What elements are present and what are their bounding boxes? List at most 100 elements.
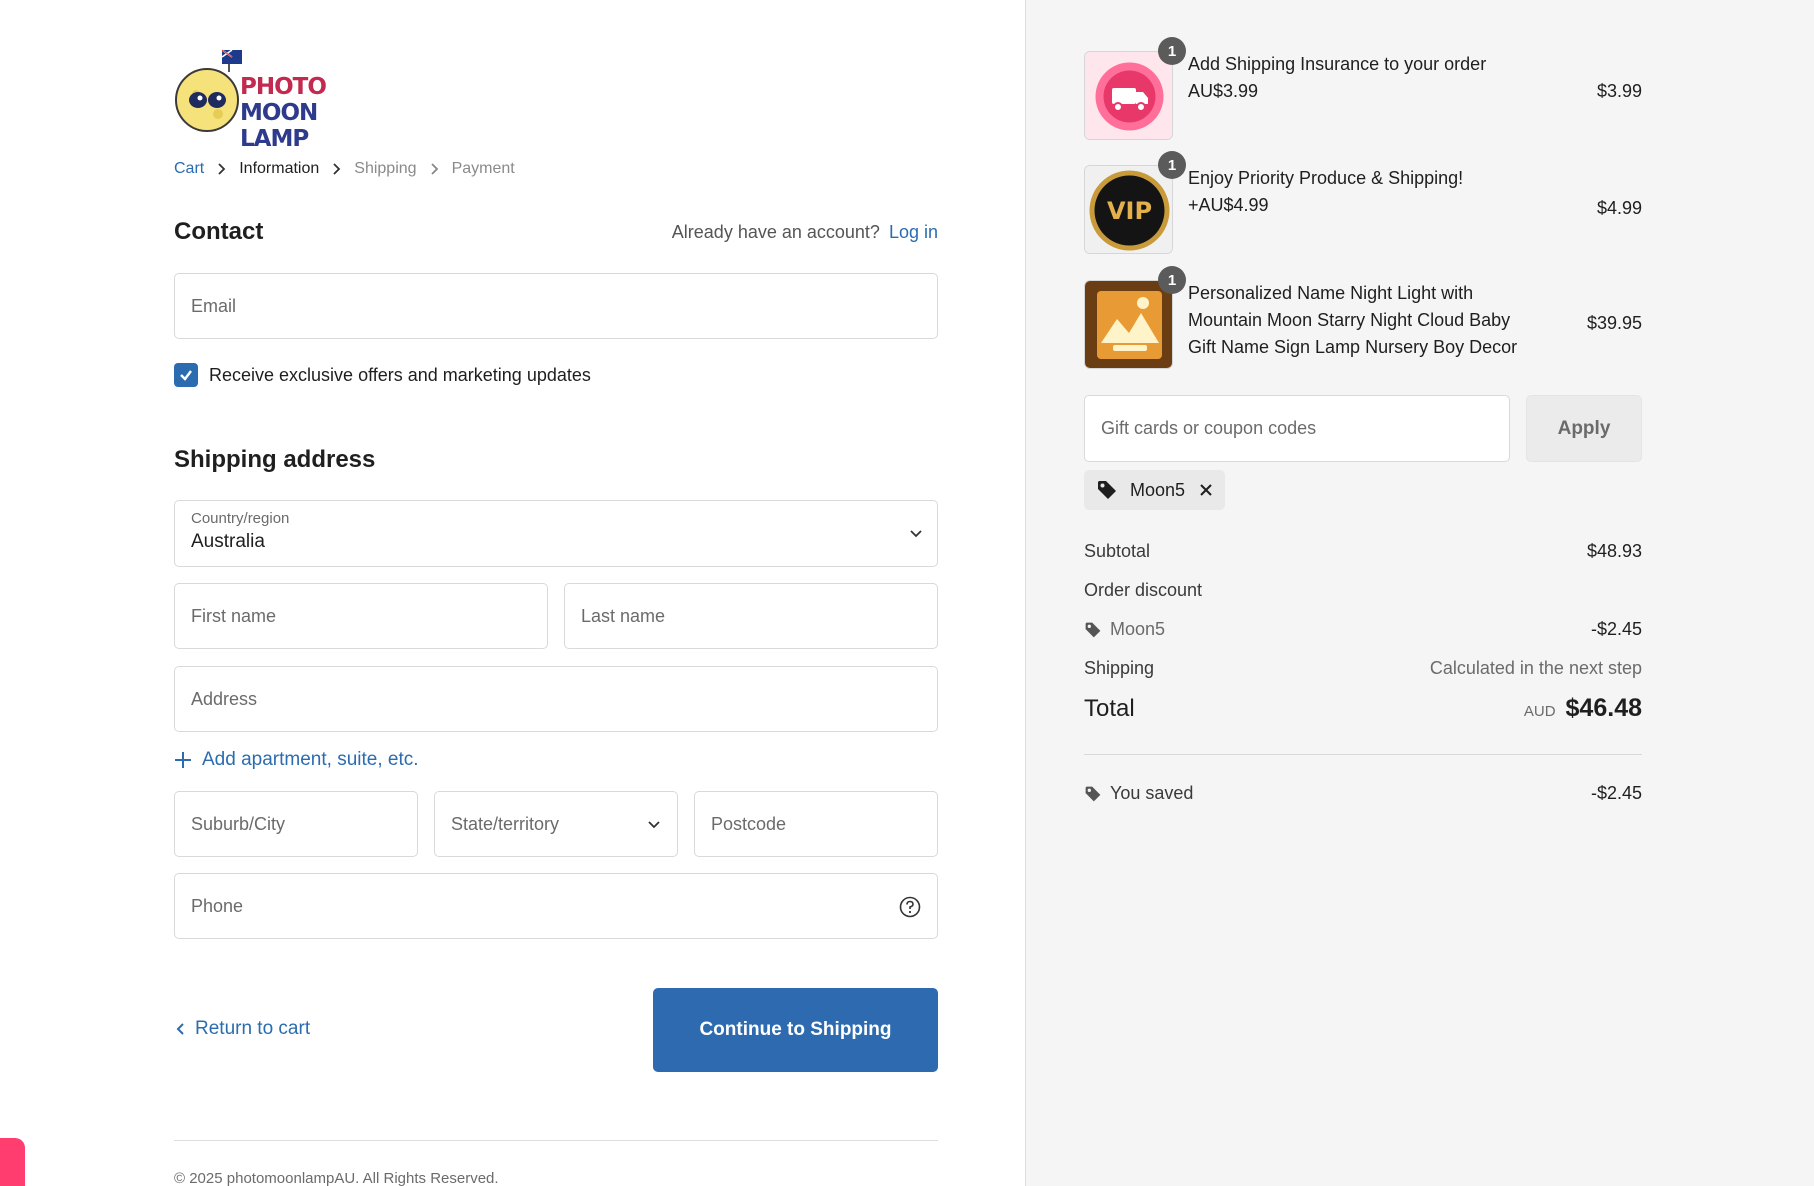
state-select[interactable]: State/territory xyxy=(434,791,678,857)
order-discount-row: Order discount xyxy=(1084,580,1642,601)
login-link[interactable]: Log in xyxy=(889,222,938,242)
address-field[interactable] xyxy=(174,666,938,732)
item-name-line: Add Shipping Insurance to your order xyxy=(1188,54,1487,74)
shipping-address-title: Shipping address xyxy=(174,446,376,473)
postcode-field[interactable] xyxy=(694,791,938,857)
quantity-badge: 1 xyxy=(1158,151,1186,179)
order-item: VIP 1 Enjoy Priority Produce & Shipping!… xyxy=(1084,151,1642,255)
marketing-checkbox[interactable] xyxy=(174,363,198,387)
applied-code: Moon5 xyxy=(1130,479,1186,500)
store-logo[interactable]: PHOTO MOON LAMP xyxy=(174,48,354,152)
account-prompt: Already have an account? Log in xyxy=(672,222,938,243)
first-name-input[interactable] xyxy=(191,605,531,627)
marketing-consent[interactable]: Receive exclusive offers and marketing u… xyxy=(174,363,591,387)
total-value: $46.48 xyxy=(1565,694,1642,722)
item-thumbnail: VIP xyxy=(1084,165,1173,254)
order-item: 1 Add Shipping Insurance to your order A… xyxy=(1084,37,1642,141)
return-to-cart-link[interactable]: Return to cart xyxy=(176,1018,310,1040)
coupon-input[interactable] xyxy=(1101,418,1493,439)
night-light-photo-icon xyxy=(1085,281,1172,368)
help-circle-icon[interactable] xyxy=(899,896,921,923)
discount-code-row: Moon5 -$2.45 xyxy=(1084,619,1642,640)
contact-title: Contact xyxy=(174,218,264,245)
moon-logo-icon xyxy=(175,49,242,132)
chat-widget-tab[interactable] xyxy=(0,1138,25,1186)
breadcrumb-payment: Payment xyxy=(451,160,515,177)
quantity-badge: 1 xyxy=(1158,266,1186,294)
item-name-line: AU$3.99 xyxy=(1188,81,1259,101)
address-input[interactable] xyxy=(191,688,921,710)
item-name-line: Mountain Moon Starry Night Cloud Baby xyxy=(1188,310,1511,330)
total-label: Total xyxy=(1084,694,1135,722)
savings-label-group: You saved xyxy=(1084,783,1193,804)
item-name: Enjoy Priority Produce & Shipping! +AU$4… xyxy=(1188,165,1463,219)
tag-icon xyxy=(1085,786,1101,801)
subtotal-value: $48.93 xyxy=(1586,541,1642,561)
order-discount-label: Order discount xyxy=(1084,580,1203,600)
breadcrumb-cart[interactable]: Cart xyxy=(174,160,204,178)
breadcrumb: Cart Information Shipping Payment xyxy=(174,158,515,180)
item-name-line: Gift Name Sign Lamp Nursery Boy Decor xyxy=(1188,337,1518,357)
last-name-field[interactable] xyxy=(564,583,938,649)
apply-coupon-button[interactable]: Apply xyxy=(1526,395,1642,462)
order-item: 1 Personalized Name Night Light with Mou… xyxy=(1084,266,1642,370)
total-row: Total AUD $46.48 xyxy=(1084,694,1642,723)
country-label: Country/region xyxy=(191,510,290,527)
first-name-field[interactable] xyxy=(174,583,548,649)
add-apartment-label: Add apartment, suite, etc. xyxy=(202,749,419,770)
discount-code-label: Moon5 xyxy=(1110,619,1166,639)
email-input[interactable] xyxy=(191,295,921,317)
currency-code: AUD xyxy=(1523,703,1556,720)
postcode-input[interactable] xyxy=(711,813,921,835)
item-thumbnail xyxy=(1084,280,1173,369)
shipping-value: Calculated in the next step xyxy=(1429,658,1642,678)
continue-to-shipping-button[interactable]: Continue to Shipping xyxy=(653,988,938,1072)
chevron-down-icon xyxy=(909,525,923,543)
item-price: $39.95 xyxy=(1586,313,1642,333)
svg-text:VIP: VIP xyxy=(1107,197,1152,225)
checkout-form-panel: PHOTO MOON LAMP Cart Information Shippin… xyxy=(0,0,1025,1186)
close-icon[interactable] xyxy=(1199,483,1213,497)
shipping-row: Shipping Calculated in the next step xyxy=(1084,658,1642,679)
logo-line-2: MOON LAMP xyxy=(240,100,318,152)
country-value: Australia xyxy=(191,531,265,552)
savings-label: You saved xyxy=(1110,783,1194,803)
account-prompt-text: Already have an account? xyxy=(671,221,880,242)
city-input[interactable] xyxy=(191,813,401,835)
chevron-right-icon xyxy=(332,162,341,176)
city-field[interactable] xyxy=(174,791,418,857)
chevron-down-icon xyxy=(647,820,661,829)
item-price: $3.99 xyxy=(1596,81,1642,101)
subtotal-row: Subtotal $48.93 xyxy=(1084,541,1642,562)
coupon-field[interactable] xyxy=(1084,395,1510,462)
item-name: Add Shipping Insurance to your order AU$… xyxy=(1188,51,1486,105)
email-field[interactable] xyxy=(174,273,938,339)
add-apartment-link[interactable]: Add apartment, suite, etc. xyxy=(174,749,419,771)
discount-value: -$2.45 xyxy=(1590,619,1642,639)
contact-header: Contact Already have an account? Log in xyxy=(174,218,938,246)
total-amount: AUD $46.48 xyxy=(1524,694,1642,723)
summary-divider xyxy=(1084,754,1642,755)
last-name-input[interactable] xyxy=(581,605,921,627)
applied-discount-chip: Moon5 xyxy=(1084,470,1226,510)
return-to-cart-label: Return to cart xyxy=(195,1018,311,1039)
footer-divider xyxy=(174,1140,938,1141)
quantity-badge: 1 xyxy=(1158,37,1186,65)
tag-icon xyxy=(1096,479,1118,501)
savings-row: You saved -$2.45 xyxy=(1084,783,1642,804)
chevron-right-icon xyxy=(217,162,226,176)
phone-field[interactable] xyxy=(174,873,938,939)
country-select[interactable]: Country/region Australia xyxy=(174,500,938,567)
item-name-line: Personalized Name Night Light with xyxy=(1188,283,1474,303)
plus-icon xyxy=(175,752,191,768)
marketing-label: Receive exclusive offers and marketing u… xyxy=(209,364,591,385)
item-name-line: +AU$4.99 xyxy=(1188,195,1269,215)
item-name: Personalized Name Night Light with Mount… xyxy=(1188,280,1517,361)
savings-value: -$2.45 xyxy=(1590,783,1642,803)
shipping-truck-badge-icon xyxy=(1085,52,1172,139)
breadcrumb-shipping: Shipping xyxy=(354,160,417,177)
phone-input[interactable] xyxy=(191,895,921,917)
checkmark-icon xyxy=(180,370,192,381)
breadcrumb-information: Information xyxy=(239,160,320,177)
state-label: State/territory xyxy=(451,813,560,834)
